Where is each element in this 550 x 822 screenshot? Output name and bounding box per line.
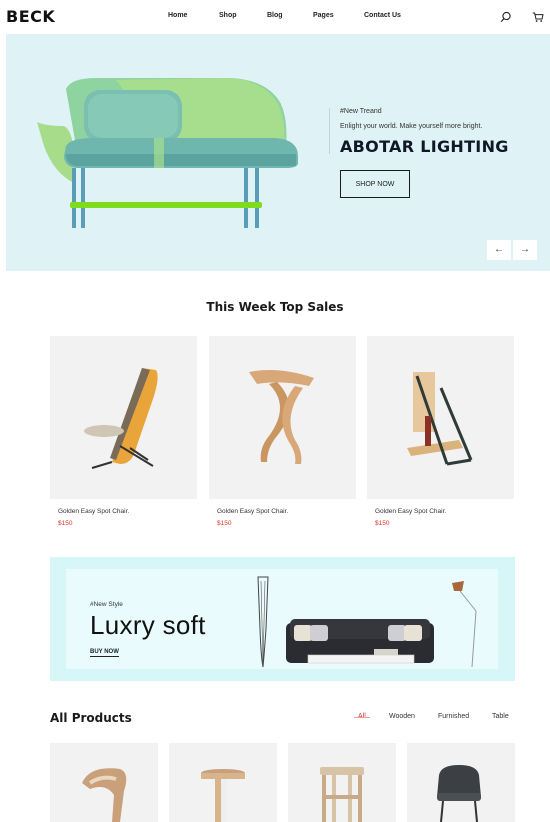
nav-shop[interactable]: Shop (219, 12, 237, 19)
banner-tag: #New Style (90, 601, 123, 608)
hero-banner: #New Treand Enlight your world. Make you… (6, 34, 550, 271)
hero-divider (329, 108, 330, 154)
site-header: BECK Home Shop Blog Pages Contact Us (0, 0, 550, 34)
product-price: $150 (58, 520, 73, 527)
filter-furnished[interactable]: Furnished (438, 713, 469, 720)
product-thumb[interactable] (407, 743, 515, 822)
main-nav: Home Shop Blog Pages Contact Us (0, 12, 550, 24)
search-icon[interactable] (500, 10, 512, 23)
product-card[interactable]: Golden Easy Spot Chair. $150 (50, 336, 197, 527)
nav-contact-us[interactable]: Contact Us (364, 12, 401, 19)
banner-title: Luxry soft (90, 610, 206, 640)
promo-banner: #New Style Luxry soft BUY NOW (50, 557, 515, 681)
cart-icon[interactable] (532, 10, 544, 22)
hero-tag: #New Treand (340, 108, 382, 115)
hero-text-block: #New Treand Enlight your world. Make you… (340, 108, 509, 156)
filter-table[interactable]: Table (492, 713, 509, 720)
top-sales-title: This Week Top Sales (206, 300, 344, 314)
next-slide-button[interactable]: → (513, 240, 537, 260)
living-room-image (257, 576, 477, 668)
sofa-image (37, 78, 298, 228)
filter-wooden[interactable]: Wooden (389, 713, 415, 720)
prev-slide-button[interactable]: ← (487, 240, 511, 260)
nav-home[interactable]: Home (168, 12, 187, 19)
product-thumb[interactable] (50, 743, 158, 822)
nav-pages[interactable]: Pages (313, 12, 334, 19)
filter-all[interactable]: All (354, 713, 370, 720)
hero-title: ABOTAR LIGHTING (340, 137, 509, 156)
product-card[interactable]: Golden Easy Spot Chair. $150 (209, 336, 356, 527)
promo-banner-inner: #New Style Luxry soft BUY NOW (66, 569, 498, 669)
nav-blog[interactable]: Blog (267, 12, 283, 19)
product-image[interactable] (367, 336, 514, 499)
all-products-title: All Products (50, 711, 132, 725)
product-price: $150 (375, 520, 390, 527)
product-name[interactable]: Golden Easy Spot Chair. (375, 508, 514, 515)
product-name[interactable]: Golden Easy Spot Chair. (217, 508, 356, 515)
shop-now-button[interactable]: SHOP NOW (340, 170, 410, 198)
hero-subtitle: Enlight your world. Make yourself more b… (340, 123, 483, 130)
product-name[interactable]: Golden Easy Spot Chair. (58, 508, 197, 515)
product-image[interactable] (209, 336, 356, 499)
product-thumb[interactable] (169, 743, 277, 822)
product-card[interactable]: Golden Easy Spot Chair. $150 (367, 336, 514, 527)
product-price: $150 (217, 520, 232, 527)
buy-now-link[interactable]: BUY NOW (90, 649, 119, 657)
product-thumb[interactable] (288, 743, 396, 822)
product-image[interactable] (50, 336, 197, 499)
